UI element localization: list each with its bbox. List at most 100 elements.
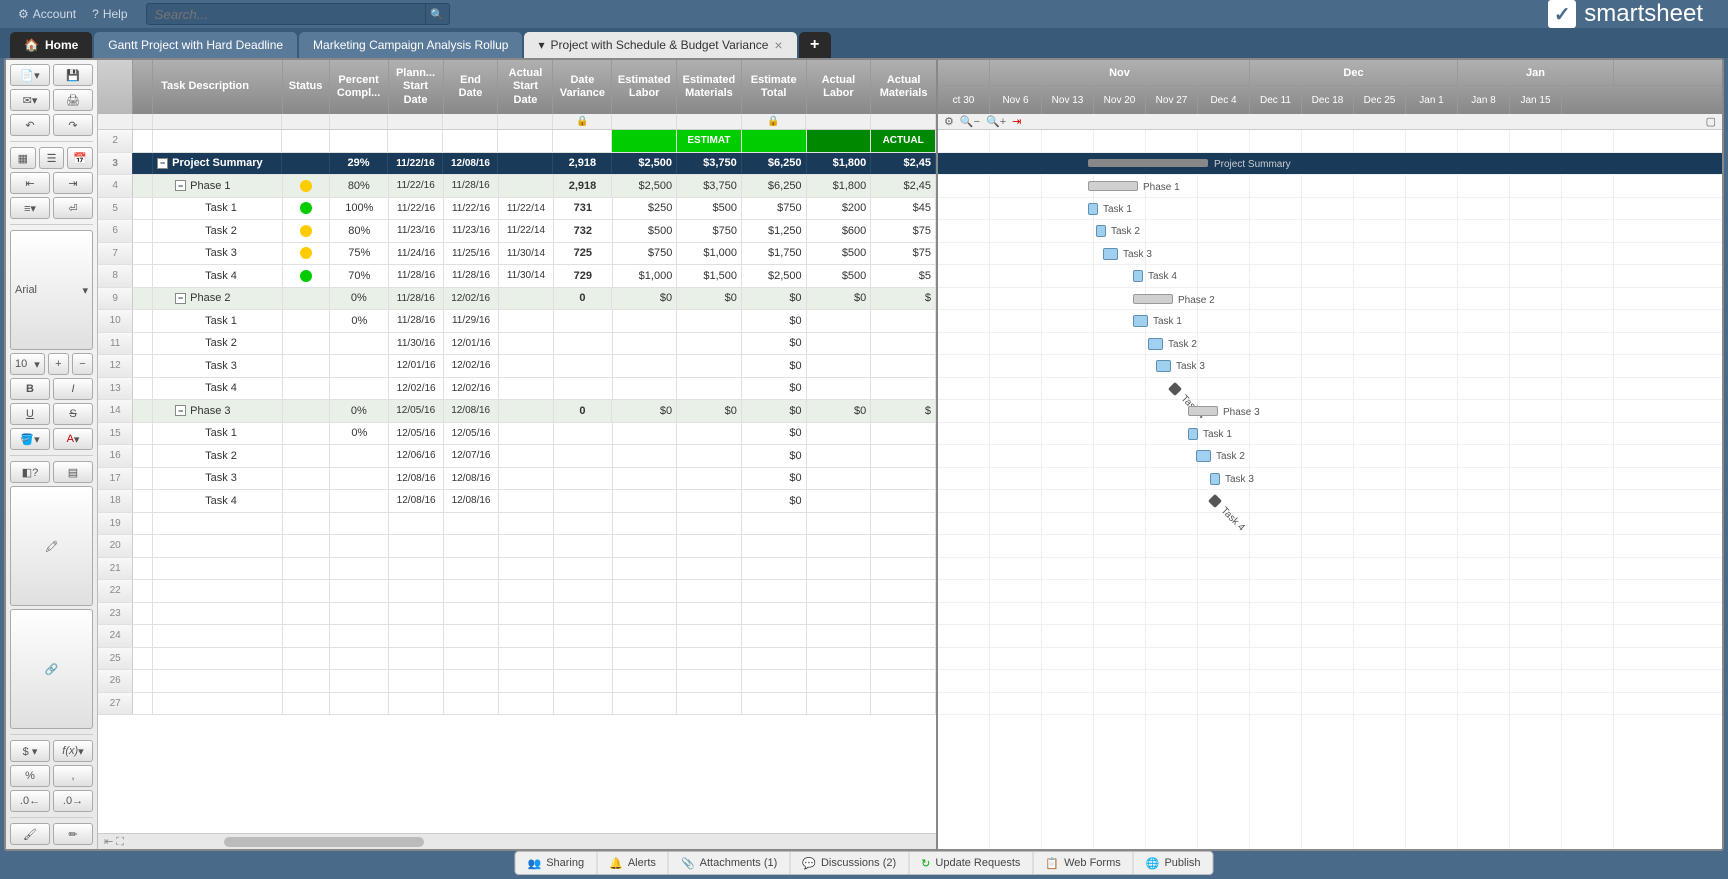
- save-button[interactable]: 💾: [53, 64, 93, 86]
- gantt-bar[interactable]: Phase 3: [1188, 406, 1218, 416]
- col-alab[interactable]: Actual Labor: [807, 60, 872, 114]
- link-button[interactable]: 🔗: [10, 609, 93, 729]
- gantt-bar[interactable]: Project Summary: [1088, 159, 1208, 167]
- gantt-bar[interactable]: Task 1: [1133, 315, 1148, 327]
- new-button[interactable]: 📄▾: [10, 64, 50, 86]
- col-pstart[interactable]: Plann... Start Date: [389, 60, 444, 114]
- eraser-button[interactable]: ✏: [53, 823, 93, 845]
- gantt-bar[interactable]: Task 1: [1088, 203, 1098, 215]
- table-row[interactable]: 12Task 312/01/1612/02/16$0: [98, 355, 936, 378]
- attachments-button[interactable]: 📎Attachments (1): [669, 852, 790, 874]
- table-row[interactable]: 7Task 375%11/24/1611/25/1611/30/14725$75…: [98, 243, 936, 266]
- table-row[interactable]: 21: [98, 558, 936, 581]
- brush-button[interactable]: 🖌: [10, 823, 50, 845]
- calendar-view-button[interactable]: 📅: [67, 147, 93, 169]
- print-button[interactable]: 🖨: [53, 89, 93, 111]
- col-astart[interactable]: Actual Start Date: [498, 60, 553, 114]
- today-icon[interactable]: ⇥: [1012, 115, 1021, 128]
- col-status[interactable]: Status: [283, 60, 330, 114]
- strike-button[interactable]: S: [53, 403, 93, 425]
- alerts-button[interactable]: 🔔Alerts: [597, 852, 669, 874]
- gantt-bar[interactable]: Task 4: [1168, 381, 1182, 395]
- table-row[interactable]: 11Task 211/30/1612/01/16$0: [98, 333, 936, 356]
- table-row[interactable]: 24: [98, 625, 936, 648]
- align-button[interactable]: ≡▾: [10, 197, 50, 219]
- table-row[interactable]: 19: [98, 513, 936, 536]
- grid-view-button[interactable]: ▦: [10, 147, 36, 169]
- text-color-button[interactable]: A▾: [53, 428, 93, 450]
- col-elab[interactable]: Estimated Labor: [612, 60, 677, 114]
- horizontal-scrollbar[interactable]: ⇤ ⛶: [98, 833, 936, 849]
- format-button[interactable]: ▤: [53, 461, 93, 483]
- zoom-out-icon[interactable]: 🔍−: [960, 115, 980, 128]
- tab-gantt[interactable]: Gantt Project with Hard Deadline: [94, 32, 297, 58]
- zoom-in-icon[interactable]: 🔍+: [986, 115, 1006, 128]
- table-row[interactable]: 2ESTIMATACTUAL: [98, 130, 936, 153]
- card-view-button[interactable]: ☰: [39, 147, 65, 169]
- tab-add[interactable]: +: [799, 32, 831, 58]
- wrap-button[interactable]: ⏎: [53, 197, 93, 219]
- comma-button[interactable]: ,: [53, 765, 93, 787]
- table-row[interactable]: 9−Phase 20%11/28/1612/02/160$0$0$0$0$: [98, 288, 936, 311]
- col-etot[interactable]: Estimate Total: [742, 60, 807, 114]
- italic-button[interactable]: I: [53, 378, 93, 400]
- col-emat[interactable]: Estimated Materials: [677, 60, 742, 114]
- tab-marketing[interactable]: Marketing Campaign Analysis Rollup: [299, 32, 522, 58]
- bold-button[interactable]: B: [10, 378, 50, 400]
- font-inc-button[interactable]: +: [48, 353, 69, 375]
- web-forms-button[interactable]: 📋Web Forms: [1033, 852, 1133, 874]
- outdent-button[interactable]: ⇥: [53, 172, 93, 194]
- table-row[interactable]: 22: [98, 580, 936, 603]
- table-row[interactable]: 26: [98, 670, 936, 693]
- table-row[interactable]: 18Task 412/08/1612/08/16$0: [98, 490, 936, 513]
- gantt-bar[interactable]: Task 3: [1210, 473, 1220, 485]
- table-row[interactable]: 16Task 212/06/1612/07/16$0: [98, 445, 936, 468]
- function-button[interactable]: f(x)▾: [53, 740, 93, 762]
- table-row[interactable]: 8Task 470%11/28/1611/28/1611/30/14729$1,…: [98, 265, 936, 288]
- gantt-bar[interactable]: Task 3: [1103, 248, 1118, 260]
- gantt-bar[interactable]: Task 2: [1096, 225, 1106, 237]
- percent-button[interactable]: %: [10, 765, 50, 787]
- table-row[interactable]: 23: [98, 603, 936, 626]
- sharing-button[interactable]: 👥Sharing: [515, 852, 597, 874]
- conditional-format-button[interactable]: ◧?: [10, 461, 50, 483]
- update-requests-button[interactable]: ↻Update Requests: [909, 852, 1033, 874]
- undo-button[interactable]: ↶: [10, 114, 50, 136]
- font-select[interactable]: Arial▾: [10, 230, 93, 350]
- table-row[interactable]: 6Task 280%11/23/1611/23/1611/22/14732$50…: [98, 220, 936, 243]
- tab-project-active[interactable]: ▾ Project with Schedule & Budget Varianc…: [524, 32, 796, 58]
- col-pend[interactable]: End Date: [444, 60, 499, 114]
- table-row[interactable]: 14−Phase 30%12/05/1612/08/160$0$0$0$0$: [98, 400, 936, 423]
- font-dec-button[interactable]: −: [72, 353, 93, 375]
- gantt-bar[interactable]: Phase 1: [1088, 181, 1138, 191]
- table-row[interactable]: 13Task 412/02/1612/02/16$0: [98, 378, 936, 401]
- close-icon[interactable]: ×: [774, 37, 782, 53]
- mail-button[interactable]: ✉▾: [10, 89, 50, 111]
- discussions-button[interactable]: 💬Discussions (2): [790, 852, 909, 874]
- close-gantt-icon[interactable]: ▢: [1706, 115, 1716, 128]
- underline-button[interactable]: U: [10, 403, 50, 425]
- dec-dec-button[interactable]: .0→: [53, 790, 93, 812]
- table-row[interactable]: 5Task 1100%11/22/1611/22/1611/22/14731$2…: [98, 198, 936, 221]
- tab-home[interactable]: 🏠 Home: [10, 32, 92, 58]
- gantt-bar[interactable]: Task 2: [1196, 450, 1211, 462]
- dec-inc-button[interactable]: .0←: [10, 790, 50, 812]
- gantt-bar[interactable]: Task 3: [1156, 360, 1171, 372]
- gear-icon[interactable]: ⚙: [944, 115, 954, 128]
- indent-button[interactable]: ⇤: [10, 172, 50, 194]
- search-input[interactable]: [146, 3, 426, 25]
- highlight-button[interactable]: 🖍: [10, 486, 93, 606]
- table-row[interactable]: 4−Phase 180%11/22/1611/28/162,918$2,500$…: [98, 175, 936, 198]
- col-dvar[interactable]: Date Variance: [553, 60, 612, 114]
- col-amat[interactable]: Actual Materials: [871, 60, 936, 114]
- gantt-bar[interactable]: Phase 2: [1133, 294, 1173, 304]
- search-button[interactable]: 🔍: [426, 3, 450, 25]
- publish-button[interactable]: 🌐Publish: [1134, 852, 1213, 874]
- table-row[interactable]: 15Task 10%12/05/1612/05/16$0: [98, 423, 936, 446]
- table-row[interactable]: 25: [98, 648, 936, 671]
- redo-button[interactable]: ↷: [53, 114, 93, 136]
- help-link[interactable]: ? Help: [84, 7, 135, 21]
- fill-color-button[interactable]: 🪣▾: [10, 428, 50, 450]
- table-row[interactable]: 17Task 312/08/1612/08/16$0: [98, 468, 936, 491]
- gantt-bar[interactable]: Task 4: [1208, 494, 1222, 508]
